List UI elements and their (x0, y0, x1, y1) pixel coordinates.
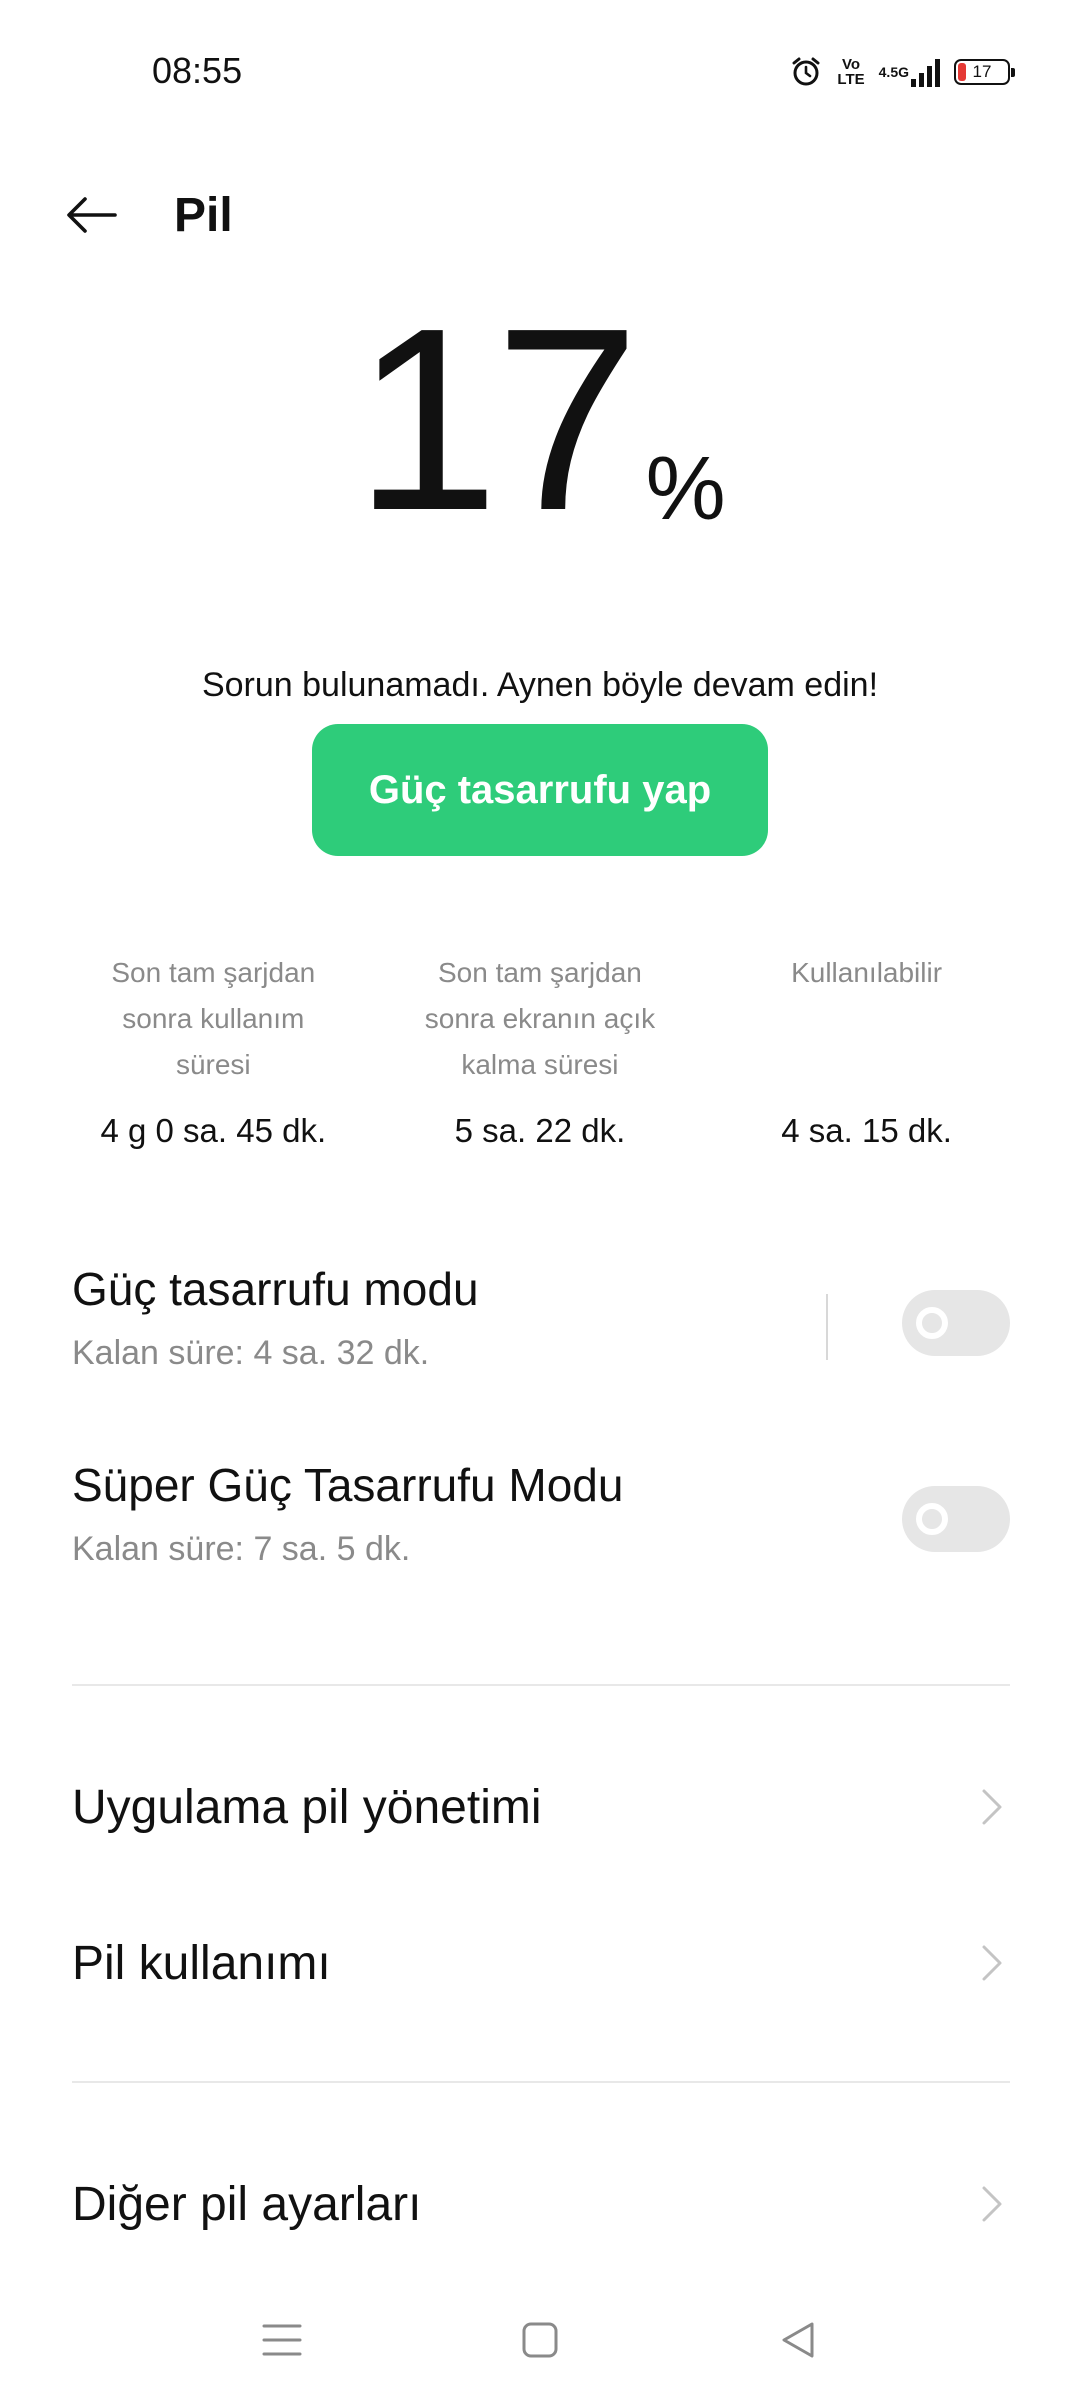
stat-label: Son tam şarjdan sonra kullanım süresi (111, 957, 316, 1080)
battery-icon: 17 (954, 59, 1015, 85)
vertical-divider (826, 1294, 828, 1360)
status-icons: Vo LTE 4.5G 17 (789, 50, 1015, 94)
back-triangle-icon (782, 2322, 814, 2358)
alarm-icon (789, 55, 823, 89)
chevron-right-icon (982, 2186, 1002, 2222)
super-power-saving-mode-toggle[interactable] (902, 1486, 1010, 1552)
other-battery-settings-item[interactable]: Diğer pil ayarları (72, 2149, 1010, 2259)
chevron-right-icon (982, 1789, 1002, 1825)
stat-label: Kullanılabilir (791, 957, 943, 988)
back-button[interactable] (62, 185, 122, 245)
battery-percentage: 17 % (0, 275, 1080, 565)
stat-value: 4 g 0 sa. 45 dk. (100, 1112, 327, 1149)
page-title: Pil (174, 189, 233, 242)
arrow-left-icon (67, 197, 117, 233)
battery-level-text: 17 (972, 62, 992, 81)
super-power-saving-mode-remaining: Kalan süre: 7 sa. 5 dk. (72, 1530, 411, 1568)
battery-usage-item[interactable]: Pil kullanımı (72, 1908, 1010, 2018)
toggle-knob (916, 1307, 948, 1339)
network-signal-icon: 4.5G (879, 57, 940, 87)
stat-value: 4 sa. 15 dk. (781, 1112, 952, 1149)
power-saving-mode-remaining: Kalan süre: 4 sa. 32 dk. (72, 1334, 430, 1372)
battery-percent-value: 17 (354, 275, 639, 565)
status-message: Sorun bulunamadı. Aynen böyle devam edin… (201, 666, 879, 704)
power-saving-mode-row[interactable]: Güç tasarrufu modu Kalan süre: 4 sa. 32 … (72, 1262, 1010, 1402)
home-button[interactable] (510, 2310, 570, 2370)
super-power-saving-mode-title: Süper Güç Tasarrufu Modu (72, 1459, 624, 1511)
status-bar: 08:55 Vo LTE 4.5G 17 (0, 0, 1080, 140)
volte-icon: Vo LTE (837, 56, 865, 88)
super-power-saving-mode-row[interactable]: Süper Güç Tasarrufu Modu Kalan süre: 7 s… (72, 1458, 1010, 1598)
network-type-label: 4.5G (878, 64, 909, 80)
menu-icon (262, 2324, 302, 2356)
power-saving-mode-toggle[interactable] (902, 1290, 1010, 1356)
status-time: 08:55 (152, 50, 243, 91)
section-divider (72, 1684, 1010, 1686)
section-divider (72, 2081, 1010, 2083)
stat-value: 5 sa. 22 dk. (454, 1112, 626, 1149)
recent-apps-button[interactable] (252, 2310, 312, 2370)
battery-usage-label: Pil kullanımı (72, 1936, 331, 1990)
toggle-knob (916, 1503, 948, 1535)
chevron-right-icon (982, 1945, 1002, 1981)
other-battery-settings-label: Diğer pil ayarları (72, 2177, 422, 2231)
app-battery-management-label: Uygulama pil yönetimi (72, 1780, 542, 1834)
system-back-button[interactable] (768, 2310, 828, 2370)
battery-stats: Son tam şarjdan sonra kullanım süresi 4 … (50, 950, 1030, 1180)
stat-available-time: Kullanılabilir 4 sa. 15 dk. (703, 950, 1030, 1180)
stat-screen-time: Son tam şarjdan sonra ekranın açık kalma… (377, 950, 704, 1180)
percent-sign: % (645, 439, 726, 539)
stat-label: Son tam şarjdan sonra ekranın açık kalma… (424, 957, 656, 1080)
app-battery-management-item[interactable]: Uygulama pil yönetimi (72, 1752, 1010, 1862)
system-navigation-bar (0, 2270, 1080, 2400)
app-header: Pil (0, 160, 1080, 270)
home-square-icon (522, 2322, 558, 2358)
power-save-button[interactable]: Güç tasarrufu yap (312, 724, 768, 856)
power-saving-mode-title: Güç tasarrufu modu (72, 1263, 479, 1315)
stat-usage-time: Son tam şarjdan sonra kullanım süresi 4 … (50, 950, 377, 1180)
